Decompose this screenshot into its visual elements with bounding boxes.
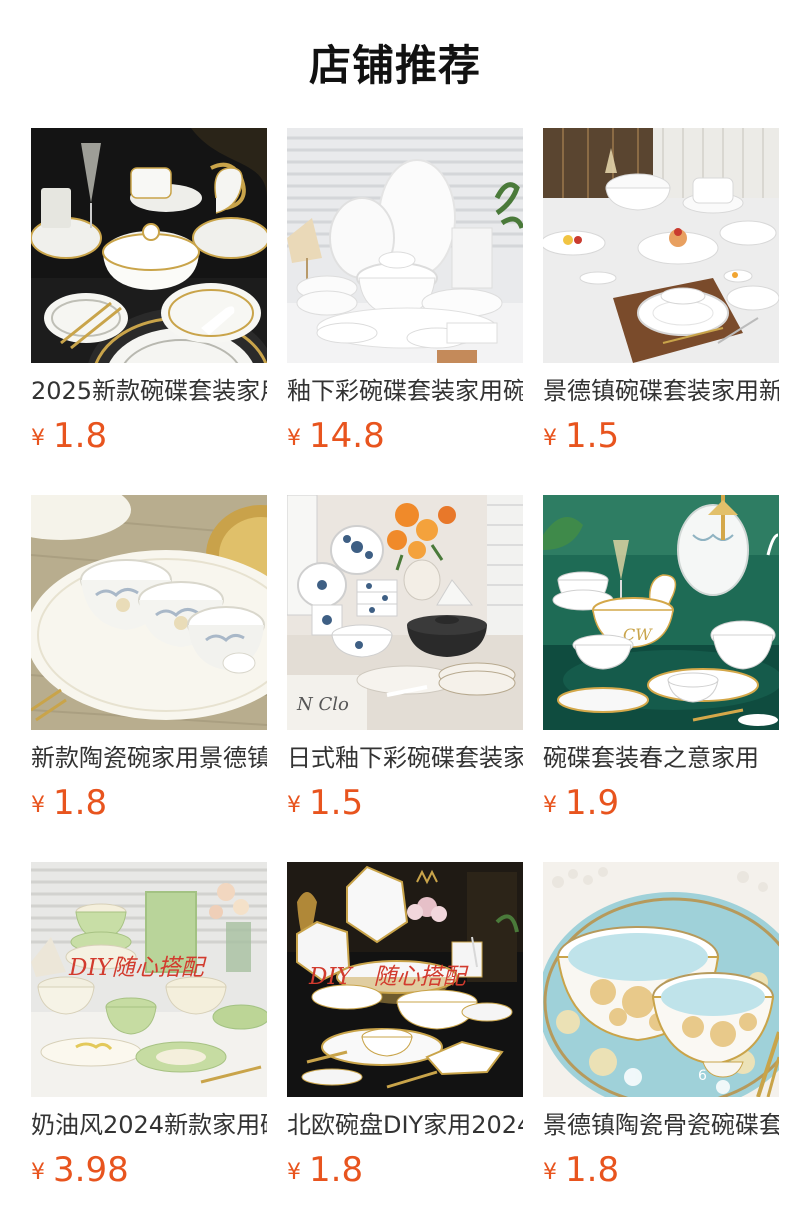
product-title[interactable]: 景德镇碗碟套装家用新: [543, 375, 779, 407]
product-title[interactable]: 新款陶瓷碗家用景德镇: [31, 742, 267, 774]
product-image[interactable]: CW: [543, 495, 779, 730]
watermark-text: DIY随心搭配: [68, 955, 207, 981]
product-price: 1.8: [565, 1150, 620, 1190]
product-image[interactable]: N Clo: [287, 495, 523, 730]
page-title: 店铺推荐: [308, 41, 481, 90]
watermark-text: DIY 随心搭配: [308, 964, 469, 990]
product-image[interactable]: [287, 128, 523, 363]
product-image[interactable]: DIY 随心搭配: [287, 862, 523, 1097]
currency-symbol: ¥: [287, 793, 301, 818]
product-price: 1.8: [53, 783, 108, 823]
product-image[interactable]: [543, 128, 779, 363]
currency-symbol: ¥: [31, 793, 45, 818]
product-price: 1.8: [309, 1150, 364, 1190]
product-card[interactable]: DIY 随心搭配 北欧碗盘DIY家用2024 ¥1.8: [287, 862, 523, 1192]
currency-symbol: ¥: [543, 426, 557, 451]
price-row: ¥1.5: [543, 414, 619, 458]
currency-symbol: ¥: [287, 426, 301, 451]
product-card[interactable]: 6 景德镇陶瓷骨瓷碗碟套 ¥1.8: [543, 862, 779, 1192]
svg-text:N Clo: N Clo: [296, 694, 349, 715]
product-image[interactable]: 6: [543, 862, 779, 1097]
product-card[interactable]: 釉下彩碗碟套装家用碗 ¥14.8: [287, 128, 523, 458]
product-title[interactable]: 北欧碗盘DIY家用2024: [287, 1109, 523, 1141]
price-row: ¥1.5: [287, 781, 363, 825]
product-price: 1.5: [309, 783, 364, 823]
price-row: ¥3.98: [31, 1148, 129, 1192]
product-card[interactable]: 新款陶瓷碗家用景德镇 ¥1.8: [31, 495, 267, 825]
currency-symbol: ¥: [543, 1160, 557, 1185]
currency-symbol: ¥: [31, 426, 45, 451]
product-price: 3.98: [53, 1150, 129, 1190]
price-row: ¥1.8: [31, 781, 107, 825]
product-title[interactable]: 碗碟套装春之意家用: [543, 742, 779, 774]
product-title[interactable]: 日式釉下彩碗碟套装家: [287, 742, 523, 774]
product-title[interactable]: 景德镇陶瓷骨瓷碗碟套: [543, 1109, 779, 1141]
product-image[interactable]: [31, 128, 267, 363]
product-card[interactable]: 2025新款碗碟套装家用 ¥1.8: [31, 128, 267, 458]
product-card[interactable]: CW 碗碟套装春之意家用 ¥1.9: [543, 495, 779, 825]
product-image[interactable]: [31, 495, 267, 730]
product-title[interactable]: 奶油风2024新款家用碗: [31, 1109, 267, 1141]
product-price: 14.8: [309, 416, 385, 456]
corner-mark: 6: [698, 1068, 707, 1084]
product-price: 1.8: [53, 416, 108, 456]
product-card[interactable]: 景德镇碗碟套装家用新 ¥1.5: [543, 128, 779, 458]
product-price: 1.5: [565, 416, 620, 456]
price-row: ¥14.8: [287, 414, 385, 458]
currency-symbol: ¥: [287, 1160, 301, 1185]
product-price: 1.9: [565, 783, 620, 823]
currency-symbol: ¥: [543, 793, 557, 818]
product-image[interactable]: DIY随心搭配: [31, 862, 267, 1097]
price-row: ¥1.8: [31, 414, 107, 458]
product-title[interactable]: 釉下彩碗碟套装家用碗: [287, 375, 523, 407]
currency-symbol: ¥: [31, 1160, 45, 1185]
product-card[interactable]: N Clo 日式釉下彩碗碟套装家 ¥1.5: [287, 495, 523, 825]
product-title[interactable]: 2025新款碗碟套装家用: [31, 375, 267, 407]
product-card[interactable]: DIY随心搭配 奶油风2024新款家用碗 ¥3.98: [31, 862, 267, 1192]
price-row: ¥1.8: [287, 1148, 363, 1192]
price-row: ¥1.9: [543, 781, 619, 825]
price-row: ¥1.8: [543, 1148, 619, 1192]
